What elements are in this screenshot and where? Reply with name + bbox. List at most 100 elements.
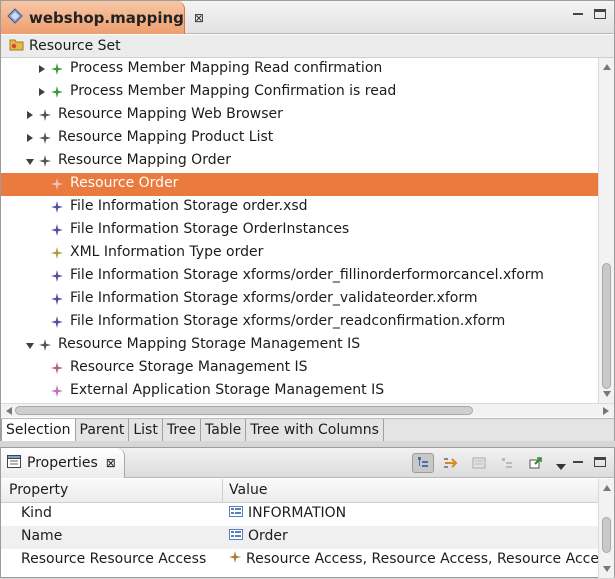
tree-item[interactable]: Resource Mapping Order [1, 150, 598, 173]
tree-item[interactable]: Resource Mapping Storage Management IS [1, 334, 598, 357]
tree-item-label: Resource Mapping Product List [58, 129, 274, 145]
properties-table-header: Property Value [1, 479, 598, 503]
close-icon[interactable]: ⊠ [194, 11, 204, 25]
page-tab[interactable]: Selection [1, 419, 76, 441]
mapping-node-icon [39, 109, 51, 121]
show-advanced-icon[interactable] [496, 453, 518, 473]
page-tab[interactable]: Parent [75, 419, 130, 441]
page-tab[interactable]: Tree with Columns [246, 419, 384, 441]
tree-item[interactable]: Process Member Mapping Confirmation is r… [1, 81, 598, 104]
maximize-icon[interactable] [594, 457, 606, 467]
scroll-up-icon[interactable] [603, 64, 611, 70]
editor-tab-bar: webshop.mapping ⊠ [1, 1, 614, 34]
mapping-node-icon [51, 362, 63, 374]
tree-item-label: Resource Storage Management IS [70, 359, 308, 375]
scroll-left-icon[interactable] [6, 407, 12, 415]
mapping-file-icon [7, 7, 23, 28]
mapping-tree[interactable]: Process Member Mapping Read confirmation… [1, 58, 598, 403]
minimize-icon[interactable] [572, 9, 584, 19]
page-tab[interactable]: List [129, 419, 163, 441]
scroll-up-icon[interactable] [603, 485, 611, 491]
expanded-arrow-icon[interactable] [25, 156, 35, 166]
scroll-thumb[interactable] [602, 263, 611, 389]
property-value[interactable]: Resource Access, Resource Access, Resour… [229, 551, 614, 567]
column-header-value[interactable]: Value [229, 482, 267, 498]
collapsed-arrow-icon[interactable] [37, 87, 47, 97]
column-header-property[interactable]: Property [9, 482, 68, 498]
resource-access-icon [229, 551, 241, 567]
tree-vertical-scrollbar[interactable] [598, 58, 614, 403]
tab-webshop-mapping[interactable]: webshop.mapping ⊠ [1, 1, 204, 34]
scroll-down-icon[interactable] [603, 566, 611, 572]
mapping-editor: webshop.mapping ⊠ Resource Set Process M… [0, 0, 615, 441]
mapping-node-icon [51, 316, 63, 328]
filter-icon[interactable] [468, 453, 490, 473]
collapsed-arrow-icon[interactable] [25, 110, 35, 120]
tree-item-label: File Information Storage xforms/order_re… [70, 313, 506, 329]
tree-item[interactable]: Resource Storage Management IS [1, 357, 598, 380]
scroll-down-icon[interactable] [603, 391, 611, 397]
page-tab[interactable]: Tree [162, 419, 202, 441]
column-divider[interactable] [222, 479, 223, 503]
view-menu-icon[interactable] [556, 458, 566, 474]
mapping-node-icon [51, 247, 63, 259]
tree-item-label: Resource Order [70, 175, 179, 191]
tree-item-label: Resource Mapping Storage Management IS [58, 336, 361, 352]
tree-item[interactable]: Process Member Mapping Read confirmation [1, 58, 598, 81]
page-tab[interactable]: Table [201, 419, 247, 441]
table-row[interactable]: Kind INFORMATION [1, 503, 598, 526]
property-name: Name [21, 528, 63, 544]
tree-item[interactable]: File Information Storage xforms/order_re… [1, 311, 598, 334]
tree-item[interactable]: File Information Storage order.xsd [1, 196, 598, 219]
property-name: Kind [21, 505, 52, 521]
tree-item-label: Process Member Mapping Read confirmation [70, 60, 383, 76]
collapsed-arrow-icon[interactable] [25, 133, 35, 143]
property-value-text: Resource Access, Resource Access, Resour… [246, 551, 614, 567]
tree-item[interactable]: Resource Order [1, 173, 598, 196]
tree-item-label: Resource Mapping Web Browser [58, 106, 283, 122]
properties-tab-title: Properties [27, 455, 98, 471]
maximize-icon[interactable] [594, 9, 606, 19]
mapping-node-icon [51, 385, 63, 397]
properties-vertical-scrollbar[interactable] [598, 479, 614, 578]
tree-item[interactable]: Resource Mapping Web Browser [1, 104, 598, 127]
collapsed-arrow-icon[interactable] [37, 64, 47, 74]
pin-icon[interactable] [524, 453, 546, 473]
mapping-node-icon [51, 270, 63, 282]
show-categories-icon[interactable] [412, 453, 434, 473]
tree-item[interactable]: Resource Mapping Product List [1, 127, 598, 150]
enum-literal-icon [229, 528, 243, 544]
close-icon[interactable]: ⊠ [106, 456, 116, 470]
scroll-right-icon[interactable] [603, 407, 609, 415]
tree-item[interactable]: External Application Storage Management … [1, 380, 598, 403]
mapping-node-icon [51, 224, 63, 236]
scroll-thumb[interactable] [15, 406, 473, 415]
property-name: Resource Resource Access [21, 551, 207, 567]
mapping-node-icon [51, 201, 63, 213]
expanded-arrow-icon[interactable] [25, 340, 35, 350]
properties-tab-bar: Properties ⊠ [1, 448, 614, 478]
properties-table[interactable]: Property Value Kind INFORMATION Name Order R… [1, 479, 614, 579]
enum-literal-icon [229, 505, 243, 521]
tree-item-label: File Information Storage OrderInstances [70, 221, 350, 237]
tree-item[interactable]: File Information Storage OrderInstances [1, 219, 598, 242]
link-with-editor-icon[interactable] [440, 453, 462, 473]
tree-horizontal-scrollbar[interactable] [1, 403, 614, 417]
property-value-text: INFORMATION [248, 505, 347, 521]
tree-item[interactable]: File Information Storage xforms/order_va… [1, 288, 598, 311]
tab-properties[interactable]: Properties ⊠ [1, 448, 125, 478]
minimize-icon[interactable] [572, 457, 584, 467]
resource-set-row[interactable]: Resource Set [1, 35, 614, 58]
properties-view: Properties ⊠ Property Value Kind INFORMA… [0, 447, 615, 578]
tree-item-label: Process Member Mapping Confirmation is r… [70, 83, 397, 99]
property-value[interactable]: Order [229, 528, 288, 544]
tree-item[interactable]: XML Information Type order [1, 242, 598, 265]
tree-item-label: Resource Mapping Order [58, 152, 231, 168]
tree-item[interactable]: File Information Storage xforms/order_fi… [1, 265, 598, 288]
tree-item-label: File Information Storage xforms/order_fi… [70, 267, 544, 283]
table-row[interactable]: Resource Resource Access Resource Access,… [1, 549, 614, 572]
table-row[interactable]: Name Order [1, 526, 598, 549]
scroll-thumb[interactable] [602, 517, 611, 553]
mapping-node-icon [39, 339, 51, 351]
property-value[interactable]: INFORMATION [229, 505, 346, 521]
